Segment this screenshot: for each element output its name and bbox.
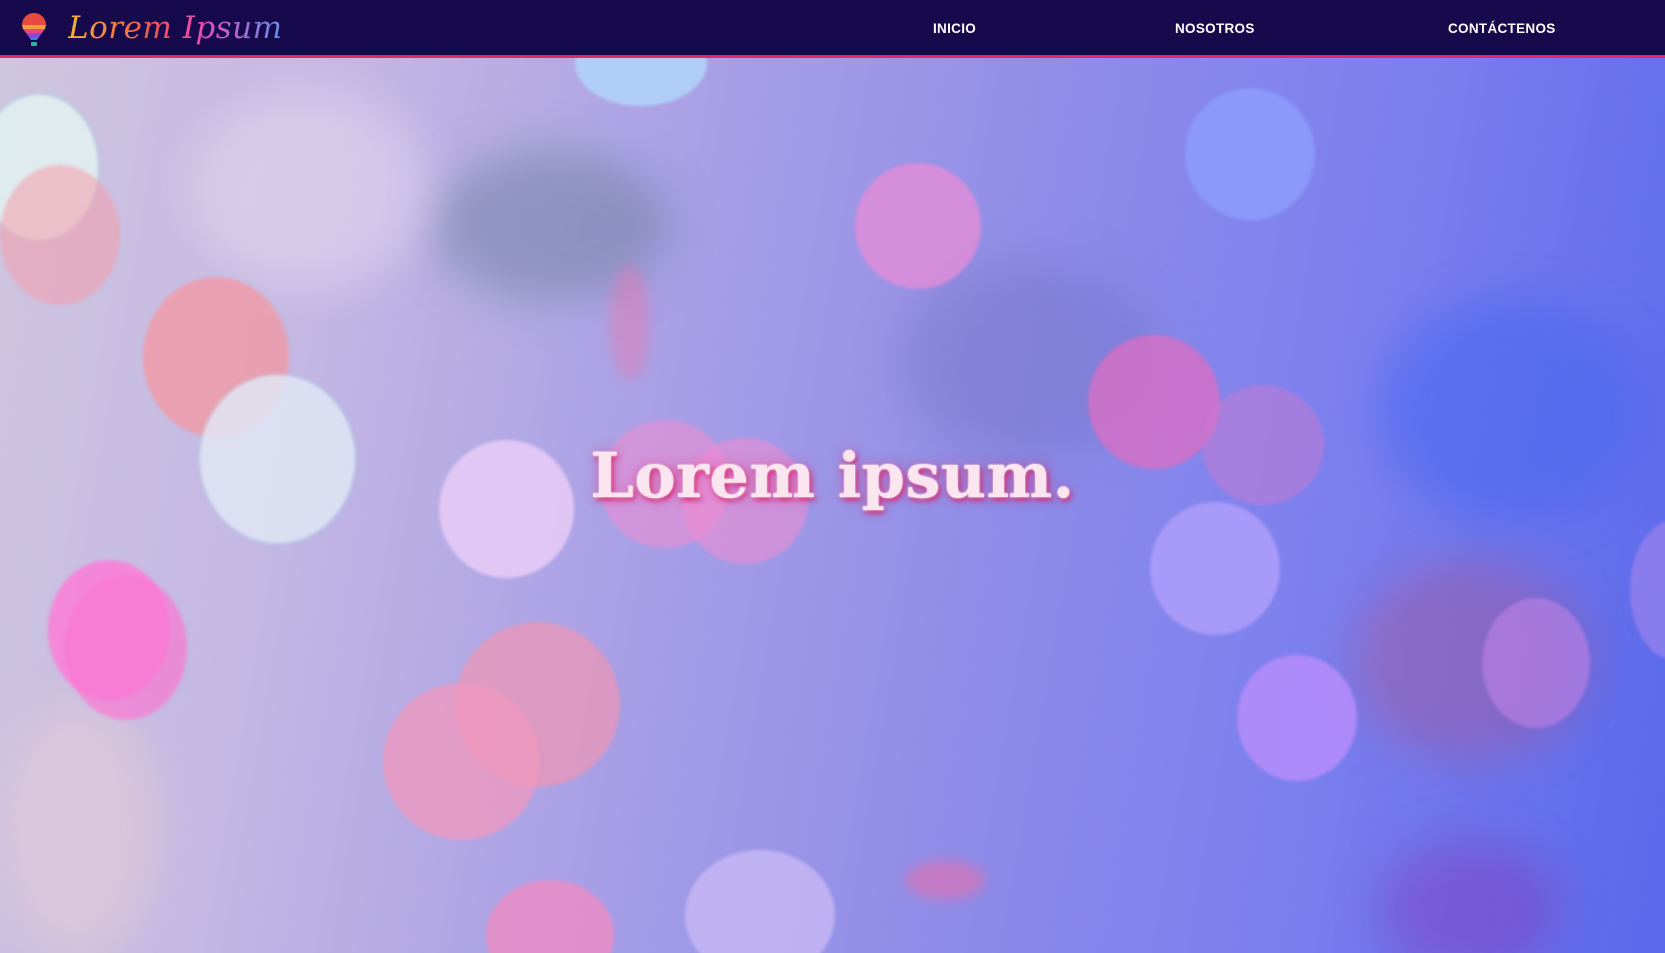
page: Lorem Ipsum INICIO NOSOTROS CONTÁCTENOS … [0,0,1665,953]
nav-link-contactenos[interactable]: CONTÁCTENOS [1448,20,1556,38]
hot-air-balloon-icon[interactable] [20,13,48,47]
brand-logo-text[interactable]: Lorem Ipsum [68,8,283,48]
nav-link-inicio[interactable]: INICIO [933,20,976,38]
top-navbar: Lorem Ipsum INICIO NOSOTROS CONTÁCTENOS [0,0,1665,58]
hero-title: Lorem ipsum. [590,439,1075,512]
nav-link-nosotros[interactable]: NOSOTROS [1175,20,1255,38]
